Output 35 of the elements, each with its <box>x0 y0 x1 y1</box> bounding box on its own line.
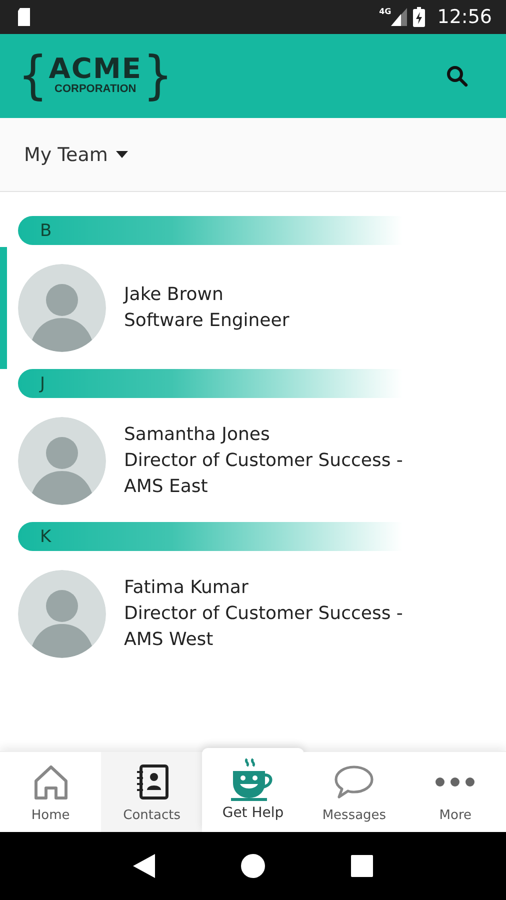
contact-name: Jake Brown <box>124 282 224 307</box>
signal-icon <box>391 8 408 26</box>
nav-tab[interactable]: Home <box>0 752 102 832</box>
contact-row[interactable]: Fatima Kumar Director of Customer Success - AMS West <box>0 553 506 675</box>
clock-time: 12:56 <box>437 6 492 28</box>
contact-title: Director of Customer Success - AMS West <box>124 602 404 652</box>
contact-name: Samantha Jones <box>124 422 271 447</box>
contact-title: Software Engineer <box>124 309 290 333</box>
sd-card-icon <box>16 7 32 27</box>
home-icon <box>32 764 70 800</box>
address-book-icon <box>134 764 169 800</box>
nav-tab[interactable]: Messages <box>304 752 405 832</box>
avatar-icon <box>18 417 106 505</box>
contact-row[interactable]: Jake Brown Software Engineer <box>0 247 506 369</box>
caret-icon <box>116 151 128 158</box>
nav-tab[interactable]: Get Help <box>202 748 304 832</box>
nav-tab[interactable]: Contacts <box>101 752 202 832</box>
contact-name: Fatima Kumar <box>124 576 250 600</box>
contact-title: Director of Customer Success - AMS East <box>124 448 404 500</box>
logo-subtitle: CORPORATION <box>54 83 136 97</box>
logo-brace: { <box>18 50 48 102</box>
logo-name: ACME <box>48 55 142 84</box>
more-icon <box>434 776 476 788</box>
back-icon[interactable] <box>133 854 155 878</box>
speech-bubble-icon <box>333 764 376 800</box>
nav-tab[interactable]: More <box>404 752 506 832</box>
battery-icon <box>413 7 426 27</box>
avatar-icon <box>18 264 106 352</box>
avatar-icon <box>18 570 106 658</box>
network-label: 4G <box>379 7 392 16</box>
logo-brace: } <box>142 50 173 102</box>
team-dropdown[interactable]: My Team <box>24 144 128 166</box>
home-circle-icon[interactable] <box>241 854 265 878</box>
search-icon[interactable] <box>446 65 468 87</box>
contact-row[interactable]: Samantha Jones Director of Customer Success - AMS East <box>0 400 506 522</box>
